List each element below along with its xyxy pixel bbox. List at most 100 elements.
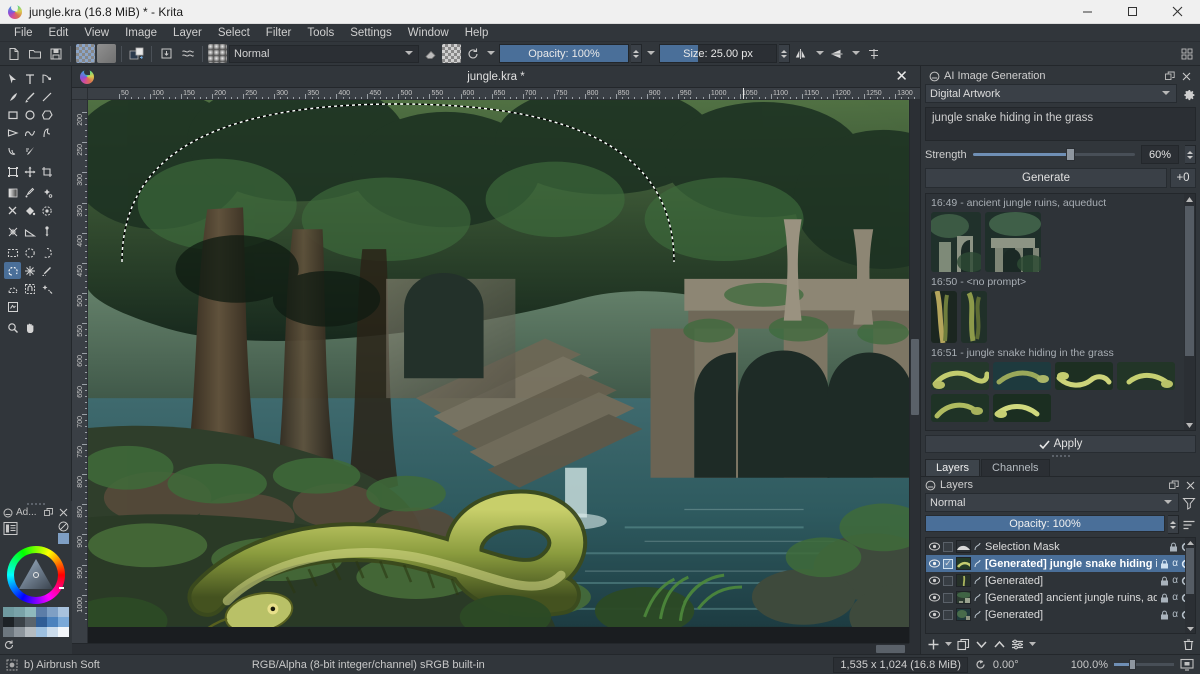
history-thumb-noprompt-1[interactable] (931, 291, 957, 343)
current-color-swatch[interactable] (58, 533, 69, 544)
generation-history-list[interactable]: 16:49 - ancient jungle ruins, aqueduct 1… (925, 193, 1196, 431)
rectangular-selection-tool[interactable] (4, 244, 21, 261)
fill-layer-icon[interactable] (157, 44, 176, 63)
measure-tool[interactable] (21, 223, 38, 240)
rectangle-tool[interactable] (4, 106, 21, 123)
multibrush-tool[interactable] (21, 142, 38, 159)
mirror-h-dropdown-icon[interactable] (813, 44, 826, 63)
menu-edit[interactable]: Edit (41, 24, 77, 42)
line-tool[interactable] (38, 88, 55, 105)
strength-spinner[interactable] (1185, 145, 1196, 164)
layer-checkbox[interactable] (943, 576, 953, 586)
pattern-preset-icon[interactable] (97, 44, 116, 63)
visibility-eye-icon[interactable] (928, 593, 940, 602)
history-thumb-snake-1[interactable] (931, 362, 989, 390)
history-scrollbar[interactable] (1184, 194, 1195, 430)
menu-select[interactable]: Select (210, 24, 258, 42)
layer-list-scrollbar-thumb[interactable] (1186, 548, 1194, 594)
lock-icon[interactable] (1169, 542, 1178, 552)
visibility-eye-icon[interactable] (928, 559, 940, 568)
ellipse-tool[interactable] (21, 106, 38, 123)
opacity-dropdown-arrow-icon[interactable] (644, 44, 657, 63)
layer-checkbox[interactable] (943, 593, 953, 603)
layer-properties-button[interactable] (1009, 636, 1025, 652)
scroll-down-icon[interactable] (1185, 624, 1195, 633)
queue-count-button[interactable]: +0 (1170, 168, 1196, 188)
gradient-tool[interactable] (4, 184, 21, 201)
generate-button[interactable]: Generate (925, 168, 1167, 188)
magnetic-selection-tool[interactable] (21, 280, 38, 297)
add-layer-dropdown[interactable] (943, 636, 953, 652)
history-thumb-snake-2[interactable] (993, 362, 1051, 390)
scroll-down-icon[interactable] (1184, 420, 1195, 430)
colorize-mask-tool[interactable] (38, 184, 55, 201)
close-button[interactable] (1155, 0, 1200, 24)
add-layer-button[interactable] (925, 636, 941, 652)
canvas-vertical-scrollbar[interactable] (909, 100, 920, 643)
freehand-path-tool[interactable] (38, 124, 55, 141)
menu-window[interactable]: Window (400, 24, 457, 42)
freehand-selection-tool[interactable] (4, 262, 21, 279)
horizontal-ruler[interactable]: 5010015020025030035040045050055060065070… (88, 88, 920, 100)
alpha-lock-icon[interactable]: α (1172, 558, 1178, 569)
layer-checkbox[interactable]: ✓ (943, 559, 953, 569)
canvas-viewport[interactable] (88, 100, 909, 643)
mirror-horizontal-icon[interactable] (792, 44, 811, 63)
crop-tool[interactable] (38, 163, 55, 180)
document-tab-title[interactable]: jungle.kra * (72, 71, 920, 83)
wrap-around-mode-icon[interactable] (864, 44, 883, 63)
float-icon[interactable] (1164, 70, 1176, 82)
gradient-editor-icon[interactable] (178, 44, 197, 63)
layer-checkbox[interactable] (943, 610, 953, 620)
new-document-icon[interactable] (4, 44, 23, 63)
layer-opacity-spinner[interactable] (1168, 515, 1179, 534)
fill-tool[interactable] (21, 202, 38, 219)
history-thumb-snake-6[interactable] (993, 394, 1051, 422)
prompt-input[interactable]: jungle snake hiding in the grass (925, 107, 1196, 141)
close-icon[interactable] (1184, 479, 1196, 491)
menu-view[interactable]: View (76, 24, 117, 42)
swatch-row-2[interactable] (3, 617, 69, 627)
fit-to-screen-icon[interactable] (1180, 658, 1194, 671)
table-row[interactable]: [Generated] ancient jungle ruins, aqu...… (926, 589, 1195, 606)
brush-size-spinner[interactable] (779, 44, 790, 63)
close-icon[interactable] (57, 507, 69, 519)
color-wheel[interactable] (7, 546, 65, 604)
menu-layer[interactable]: Layer (165, 24, 210, 42)
alpha-lock-icon[interactable]: α (1172, 592, 1178, 603)
history-thumb-snake-3[interactable] (1055, 362, 1113, 390)
history-thumb-snake-4[interactable] (1117, 362, 1175, 390)
transform-mask-tool[interactable] (4, 298, 21, 315)
enclose-and-fill-tool[interactable] (38, 202, 55, 219)
eraser-mode-icon[interactable] (421, 44, 440, 63)
bezier-selection-tool[interactable] (4, 280, 21, 297)
freehand-brush-tool[interactable] (21, 88, 38, 105)
alpha-lock-icon[interactable]: α (1172, 575, 1178, 586)
layer-options-icon[interactable] (1182, 515, 1196, 534)
delete-layer-button[interactable] (1180, 636, 1196, 652)
history-thumb-ruins-2[interactable] (985, 212, 1041, 272)
mirror-v-dropdown-icon[interactable] (849, 44, 862, 63)
strength-slider[interactable] (973, 148, 1135, 162)
smart-patch-tool[interactable] (4, 202, 21, 219)
reload-preset-icon[interactable] (463, 44, 482, 63)
opacity-slider[interactable]: Opacity: 100% (499, 44, 629, 63)
lock-icon[interactable] (1160, 559, 1169, 569)
canvas-horizontal-scrollbar[interactable] (72, 643, 909, 654)
mirror-vertical-icon[interactable] (828, 44, 847, 63)
rotation-value[interactable]: 0.00° (993, 659, 1019, 671)
layer-properties-dropdown[interactable] (1027, 636, 1037, 652)
preset-dropdown-arrow-icon[interactable] (484, 44, 497, 63)
tab-channels[interactable]: Channels (981, 459, 1049, 476)
move-tool[interactable] (21, 163, 38, 180)
menu-help[interactable]: Help (457, 24, 497, 42)
polygon-tool[interactable] (38, 106, 55, 123)
edit-shapes-tool[interactable] (38, 70, 55, 87)
polygonal-selection-tool[interactable] (38, 244, 55, 261)
style-preset-select[interactable]: Digital Artwork (925, 84, 1177, 103)
history-thumb-noprompt-2[interactable] (961, 291, 987, 343)
bezier-curve-tool[interactable] (21, 124, 38, 141)
table-row[interactable]: ✓ [Generated] jungle snake hiding i... (926, 555, 1195, 572)
calligraphy-tool[interactable] (4, 88, 21, 105)
magic-wand-tool[interactable] (38, 280, 55, 297)
